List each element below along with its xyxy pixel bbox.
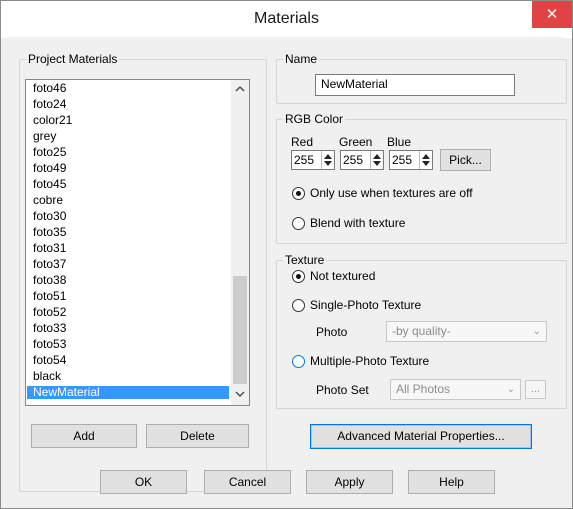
single-photo-texture-radio[interactable]	[292, 299, 305, 312]
list-item[interactable]: foto46	[27, 82, 223, 95]
delete-button[interactable]: Delete	[146, 424, 249, 448]
chevron-down-icon: ⌄	[532, 326, 541, 337]
blue-spin-arrows-icon[interactable]	[419, 151, 432, 169]
photo-select[interactable]: -by quality- ⌄	[386, 321, 547, 342]
green-label: Green	[339, 135, 373, 149]
list-item[interactable]: foto53	[27, 338, 223, 351]
list-item[interactable]: foto33	[27, 322, 223, 335]
list-scrollbar[interactable]	[231, 80, 249, 405]
list-item[interactable]: foto54	[27, 354, 223, 367]
list-item[interactable]: cobre	[27, 194, 223, 207]
texture-legend: Texture	[285, 253, 325, 267]
photo-select-value: -by quality-	[392, 324, 451, 338]
photo-set-browse-button[interactable]: ...	[525, 380, 546, 399]
material-name-input[interactable]: NewMaterial	[315, 74, 515, 96]
list-item[interactable]: foto31	[27, 242, 223, 255]
title-bar[interactable]: Materials ✕	[1, 1, 572, 38]
project-materials-legend: Project Materials	[28, 52, 118, 66]
green-value: 255	[343, 153, 364, 167]
list-item[interactable]: foto38	[27, 274, 223, 287]
list-item[interactable]: grey	[27, 130, 223, 143]
red-value: 255	[294, 153, 315, 167]
not-textured-label[interactable]: Not textured	[310, 269, 375, 283]
scroll-thumb[interactable]	[233, 276, 247, 384]
chevron-down-icon: ⌄	[506, 384, 515, 395]
multiple-photo-texture-label[interactable]: Multiple-Photo Texture	[310, 354, 429, 368]
photo-set-select[interactable]: All Photos ⌄	[390, 379, 521, 400]
close-button[interactable]: ✕	[532, 1, 572, 28]
list-item[interactable]: color21	[27, 114, 223, 127]
list-item[interactable]: foto35	[27, 226, 223, 239]
blue-label: Blue	[387, 135, 412, 149]
red-label: Red	[291, 135, 314, 149]
red-spin-arrows-icon[interactable]	[321, 151, 334, 169]
list-item[interactable]: foto25	[27, 146, 223, 159]
ok-button[interactable]: OK	[100, 470, 187, 494]
list-item[interactable]: foto52	[27, 306, 223, 319]
add-button[interactable]: Add	[31, 424, 137, 448]
list-item[interactable]: NewMaterial	[27, 386, 229, 399]
not-textured-radio[interactable]	[292, 270, 305, 283]
list-item[interactable]: foto49	[27, 162, 223, 175]
list-item[interactable]: foto51	[27, 290, 223, 303]
advanced-material-properties-button[interactable]: Advanced Material Properties...	[310, 424, 532, 449]
red-spinner[interactable]: 255	[291, 150, 335, 170]
multiple-photo-texture-radio[interactable]	[292, 355, 305, 368]
scroll-up-icon[interactable]	[231, 82, 249, 98]
materials-listbox[interactable]: foto46 foto24 color21 grey foto25 foto49 foto4…	[25, 79, 250, 406]
scroll-down-icon[interactable]	[231, 388, 249, 404]
photo-set-label: Photo Set	[316, 383, 369, 397]
blue-spinner[interactable]: 255	[389, 150, 433, 170]
blend-with-texture-radio[interactable]	[292, 217, 305, 230]
pick-color-button[interactable]: Pick...	[440, 149, 491, 171]
photo-label: Photo	[316, 325, 348, 339]
rgb-legend: RGB Color	[285, 112, 344, 126]
blend-with-texture-label[interactable]: Blend with texture	[310, 216, 405, 230]
help-button[interactable]: Help	[408, 470, 495, 494]
list-item[interactable]: foto37	[27, 258, 223, 271]
green-spin-arrows-icon[interactable]	[370, 151, 383, 169]
only-when-textures-off-label[interactable]: Only use when textures are off	[310, 186, 473, 200]
only-when-textures-off-radio[interactable]	[292, 187, 305, 200]
blue-value: 255	[392, 153, 413, 167]
photo-set-select-value: All Photos	[396, 382, 451, 396]
list-item[interactable]: foto45	[27, 178, 223, 191]
list-item[interactable]: foto24	[27, 98, 223, 111]
single-photo-texture-label[interactable]: Single-Photo Texture	[310, 298, 421, 312]
cancel-button[interactable]: Cancel	[204, 470, 291, 494]
window-title: Materials	[254, 10, 319, 27]
list-item[interactable]: black	[27, 370, 223, 383]
name-legend: Name	[285, 52, 318, 66]
list-item[interactable]: foto30	[27, 210, 223, 223]
green-spinner[interactable]: 255	[340, 150, 384, 170]
apply-button[interactable]: Apply	[306, 470, 393, 494]
